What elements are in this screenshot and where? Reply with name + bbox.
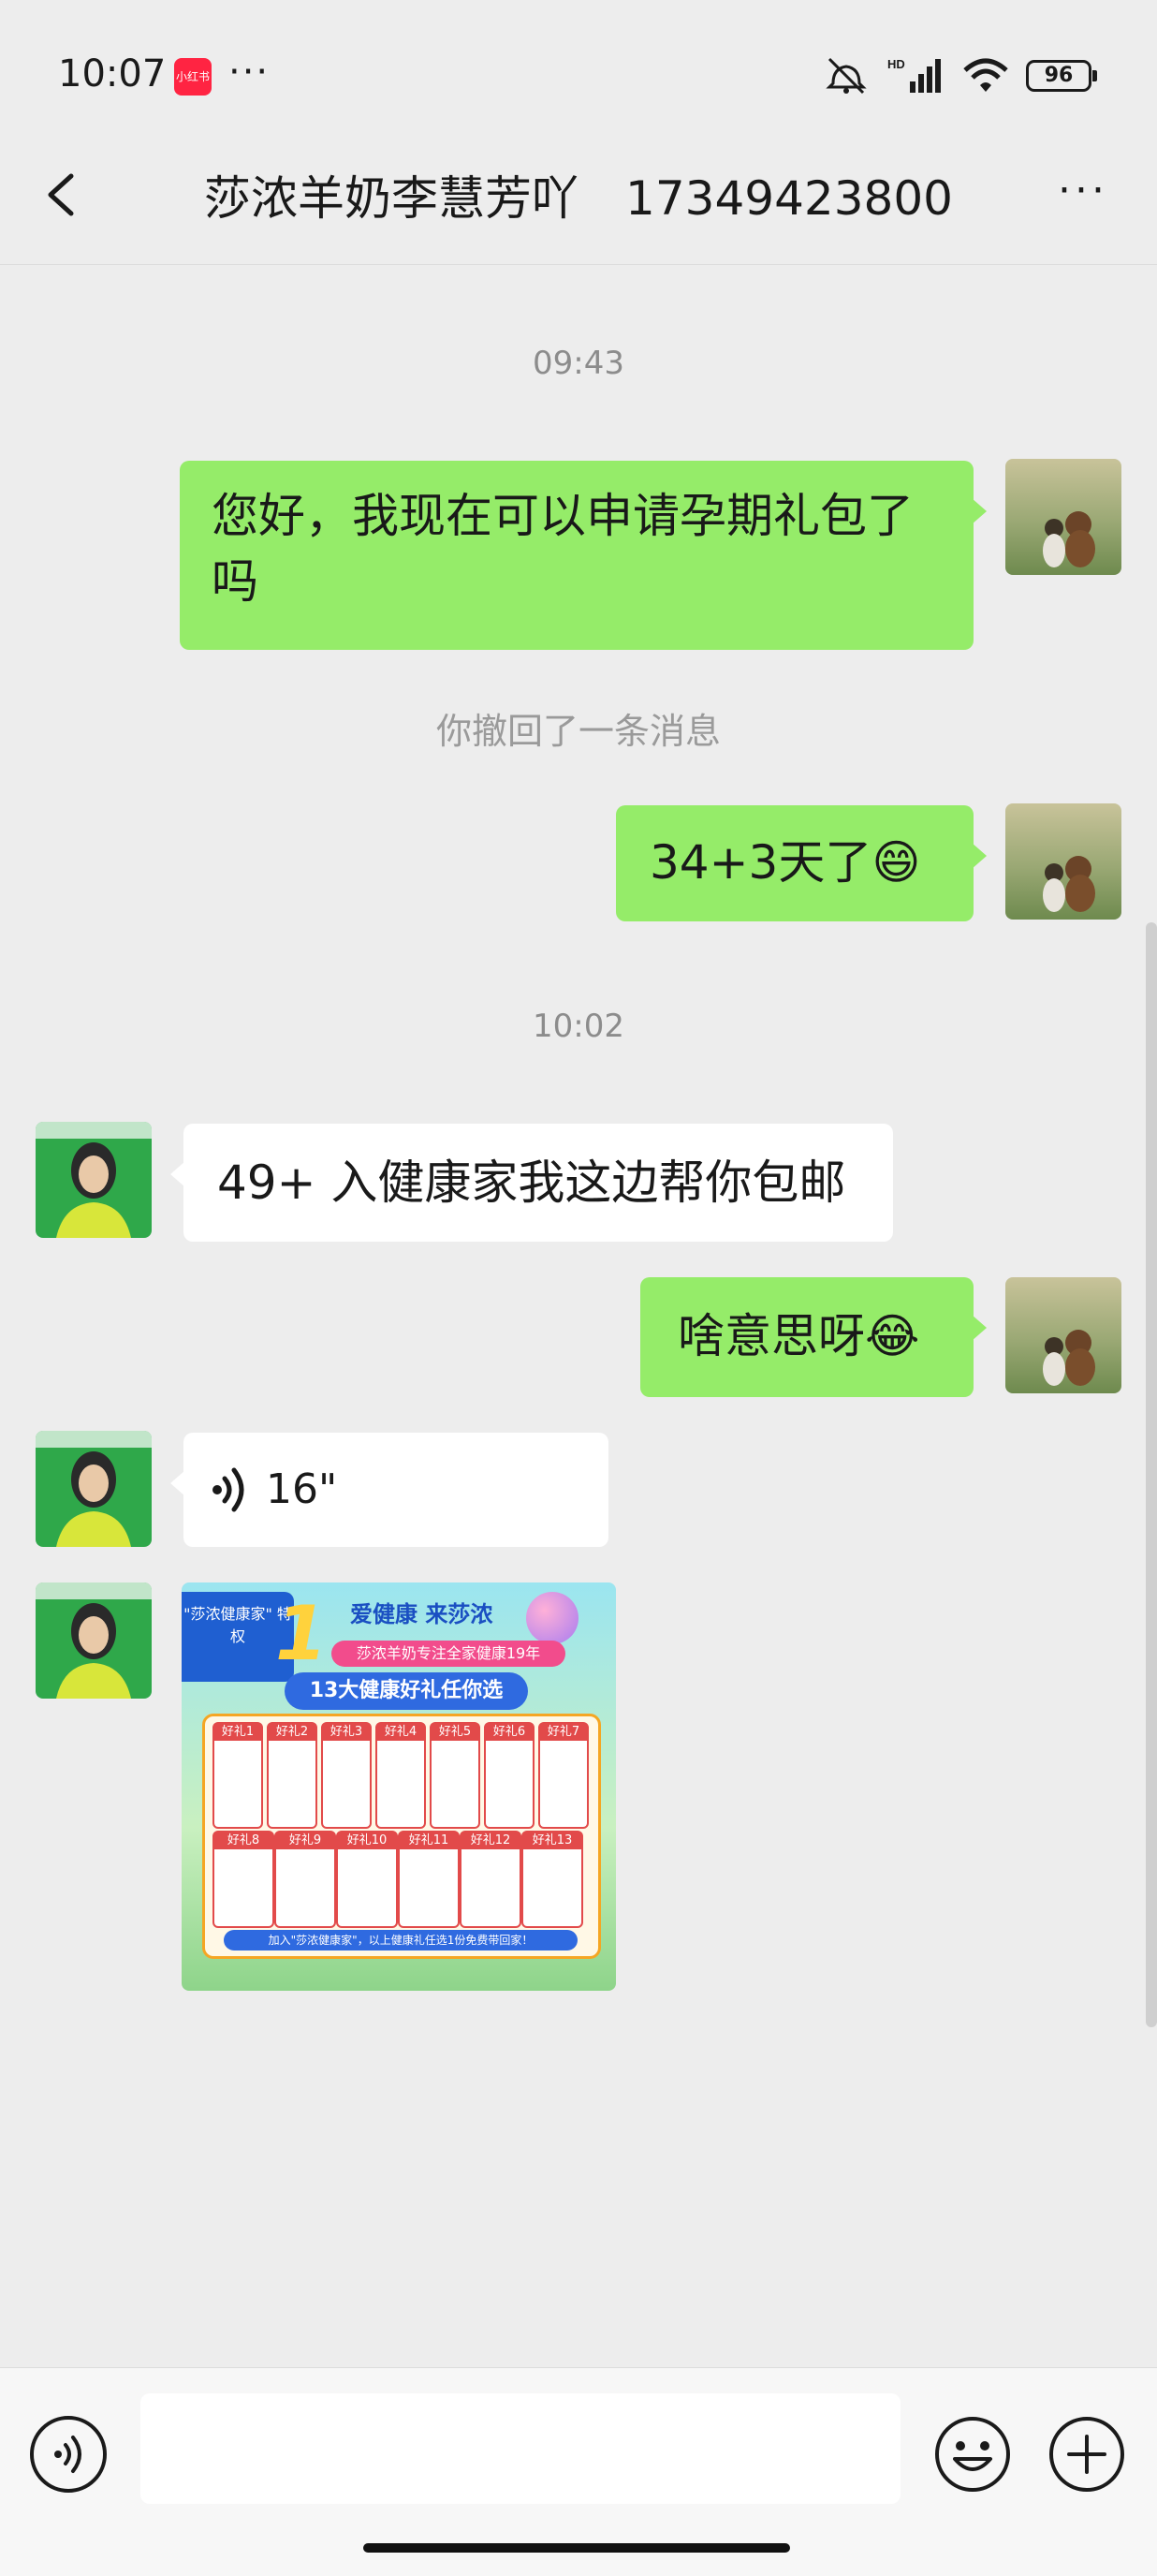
privilege-number: 1 xyxy=(275,1590,328,1677)
more-notifications-icon: ··· xyxy=(228,51,271,94)
avatar-photo xyxy=(1005,1277,1121,1393)
gift-label: 好礼1 xyxy=(214,1724,261,1741)
svg-text:HD: HD xyxy=(887,57,905,71)
gift-label: 好礼11 xyxy=(400,1833,458,1849)
promo-footer: 加入"莎浓健康家"，以上健康礼任选1份免费带回家！ xyxy=(224,1930,578,1950)
chat-title: 莎浓羊奶李慧芳吖 17349423800 xyxy=(204,171,953,226)
scrollbar[interactable] xyxy=(1146,922,1157,2027)
gift-card: 好礼10 xyxy=(336,1831,398,1928)
more-functions-button[interactable] xyxy=(1047,2414,1127,2495)
message-input[interactable] xyxy=(140,2393,901,2504)
message-text: 49+ 入健康家我这边帮你包邮 xyxy=(217,1156,846,1210)
gift-label: 好礼3 xyxy=(323,1724,370,1741)
promo-headline: 13大健康好礼任你选 xyxy=(285,1672,528,1710)
voice-message[interactable]: 16" xyxy=(170,1433,608,1547)
gift-card: 好礼9 xyxy=(274,1831,336,1928)
timestamp: 09:43 xyxy=(533,345,624,382)
bubble-tail xyxy=(972,498,987,524)
status-icons: HD 96 xyxy=(824,52,1097,99)
gift-label: 好礼12 xyxy=(461,1833,520,1849)
smiley-icon xyxy=(935,2417,1010,2492)
image-message[interactable]: "莎浓健康家" 特权 1 爱健康 来莎浓 莎浓羊奶专注全家健康19年 13大健康… xyxy=(182,1582,616,1991)
voice-wave-icon xyxy=(212,1467,244,1512)
gift-label: 好礼10 xyxy=(338,1833,396,1849)
gift-card: 好礼3 xyxy=(321,1722,372,1829)
wifi-icon xyxy=(963,58,1008,92)
app-notification-badge: 小红书 xyxy=(174,58,212,96)
promo-slogan: 爱健康 来莎浓 xyxy=(350,1601,493,1627)
voice-duration: 16" xyxy=(266,1465,338,1513)
contact-avatar[interactable] xyxy=(36,1431,152,1547)
gift-label: 好礼7 xyxy=(540,1724,587,1741)
gift-card: 好礼2 xyxy=(267,1722,317,1829)
promo-subtitle: 莎浓羊奶专注全家健康19年 xyxy=(331,1641,565,1667)
recalled-notice: 你撤回了一条消息 xyxy=(435,711,721,752)
emoji-button[interactable] xyxy=(932,2414,1013,2495)
status-time: 10:07 xyxy=(58,52,167,96)
avatar-photo xyxy=(36,1122,152,1238)
bubble-tail xyxy=(170,1161,185,1187)
mute-icon xyxy=(826,57,867,95)
balloon-decoration xyxy=(526,1592,578,1644)
voice-icon xyxy=(54,2436,81,2473)
gift-card: 好礼12 xyxy=(460,1831,521,1928)
gift-card: 好礼8 xyxy=(212,1831,274,1928)
bubble-tail xyxy=(170,1470,185,1496)
gift-label: 好礼8 xyxy=(214,1833,272,1849)
gift-label: 好礼4 xyxy=(377,1724,424,1741)
header-divider xyxy=(0,264,1157,265)
my-avatar[interactable] xyxy=(1005,459,1121,575)
message-bubble-received[interactable]: 49+ 入健康家我这边帮你包邮 xyxy=(170,1124,893,1242)
battery-icon: 96 xyxy=(1026,60,1097,92)
gift-card: 好礼13 xyxy=(521,1831,583,1928)
signal-icon: HD xyxy=(887,57,941,93)
gift-card: 好礼1 xyxy=(212,1722,263,1829)
message-text: 啥意思呀 xyxy=(678,1309,865,1363)
avatar-photo xyxy=(1005,459,1121,575)
bubble-tail xyxy=(972,1315,987,1341)
gift-grid: 好礼1 好礼2 好礼3 好礼4 好礼5 好礼6 好礼7 好礼8 好礼9 好礼10… xyxy=(202,1714,601,1959)
voice-input-button[interactable] xyxy=(30,2416,107,2493)
contact-avatar[interactable] xyxy=(36,1122,152,1238)
more-options-button[interactable]: ··· xyxy=(1050,165,1116,221)
gift-card: 好礼5 xyxy=(430,1722,480,1829)
message-text: 您好，我现在可以申请孕期礼包了吗 xyxy=(212,489,914,609)
bubble-tail xyxy=(972,843,987,869)
gift-label: 好礼9 xyxy=(276,1833,334,1849)
avatar-photo xyxy=(36,1431,152,1547)
my-avatar[interactable] xyxy=(1005,1277,1121,1393)
plus-icon xyxy=(1049,2417,1124,2492)
gift-card: 好礼6 xyxy=(484,1722,535,1829)
gift-card: 好礼4 xyxy=(375,1722,426,1829)
gift-label: 好礼5 xyxy=(432,1724,478,1741)
home-indicator[interactable] xyxy=(363,2543,790,2553)
contact-avatar[interactable] xyxy=(36,1582,152,1699)
avatar-photo xyxy=(36,1582,152,1699)
timestamp: 10:02 xyxy=(533,1008,624,1045)
message-bubble-sent[interactable]: 啥意思呀😂 xyxy=(640,1277,987,1397)
avatar-photo xyxy=(1005,803,1121,920)
gift-label: 好礼6 xyxy=(486,1724,533,1741)
gift-card: 好礼11 xyxy=(398,1831,460,1928)
grinning-emoji-icon: 😄 xyxy=(871,835,921,890)
gift-card: 好礼7 xyxy=(538,1722,589,1829)
message-text: 34+3天了 xyxy=(650,835,872,890)
message-bubble-sent[interactable]: 您好，我现在可以申请孕期礼包了吗 xyxy=(180,461,987,650)
laughing-crying-emoji-icon: 😂 xyxy=(865,1309,920,1363)
my-avatar[interactable] xyxy=(1005,803,1121,920)
message-bubble-sent[interactable]: 34+3天了😄 xyxy=(616,805,987,921)
gift-label: 好礼2 xyxy=(269,1724,315,1741)
gift-label: 好礼13 xyxy=(523,1833,581,1849)
